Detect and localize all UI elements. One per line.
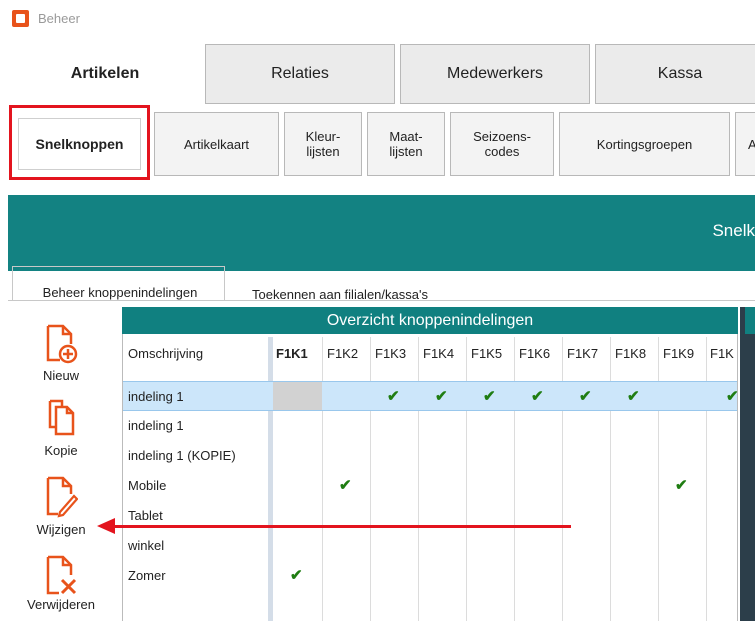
- check-mark-icon: ✔: [483, 388, 496, 405]
- check-mark-icon: ✔: [627, 388, 640, 405]
- check-mark-icon: ✔: [387, 388, 400, 405]
- table-row[interactable]: indeling 1 (KOPIE): [123, 441, 737, 471]
- subtab-kleurlijsten-label: Kleur- lijsten: [305, 129, 341, 159]
- new-button[interactable]: Nieuw: [8, 322, 114, 383]
- tab-kassa[interactable]: Kassa: [595, 44, 755, 104]
- tab-relaties[interactable]: Relaties: [205, 44, 395, 104]
- adjacent-panel-edge: [740, 307, 755, 621]
- copy-button-label: Kopie: [44, 443, 78, 458]
- annotation-arrow-head: [97, 518, 115, 534]
- subtab-more-label: A: [748, 136, 755, 152]
- subtab-maatlijsten[interactable]: Maat- lijsten: [367, 112, 445, 176]
- tab-artikelen[interactable]: Artikelen: [10, 44, 200, 104]
- row-label: winkel: [128, 538, 165, 553]
- row-label: indeling 1: [128, 389, 184, 404]
- column-header-f1k7[interactable]: F1K7: [567, 346, 598, 361]
- subtab-maatlijsten-label: Maat- lijsten: [389, 129, 423, 159]
- table-row[interactable]: winkel: [123, 531, 737, 561]
- row-label: indeling 1: [128, 418, 184, 433]
- copy-icon: [48, 399, 75, 436]
- column-header-f1k2[interactable]: F1K2: [327, 346, 358, 361]
- edit-document-icon: [46, 476, 78, 518]
- column-header-f1k6[interactable]: F1K6: [519, 346, 550, 361]
- row-label: Tablet: [128, 508, 163, 523]
- section-banner: Snelk: [8, 195, 755, 271]
- check-mark-icon: ✔: [435, 388, 448, 405]
- table-row[interactable]: Zomer ✔: [123, 561, 737, 591]
- app-logo-icon: [12, 10, 29, 27]
- annotation-arrow: [112, 525, 571, 528]
- column-header-f1k9[interactable]: F1K9: [663, 346, 694, 361]
- delete-button-label: Verwijderen: [27, 597, 95, 612]
- edit-button-label: Wijzigen: [36, 522, 86, 537]
- column-header-f1k10[interactable]: F1K: [710, 346, 738, 361]
- new-button-label: Nieuw: [42, 368, 80, 383]
- check-mark-icon: ✔: [339, 477, 352, 494]
- tab-medewerkers[interactable]: Medewerkers: [400, 44, 590, 104]
- column-header-f1k8[interactable]: F1K8: [615, 346, 646, 361]
- subtab-seizoenscodes[interactable]: Seizoens- codes: [450, 112, 554, 176]
- copy-button[interactable]: Kopie: [8, 397, 114, 458]
- table-row[interactable]: indeling 1: [123, 411, 737, 441]
- subtab-artikelkaart-label: Artikelkaart: [183, 136, 250, 152]
- subtab-kortingsgroepen[interactable]: Kortingsgroepen: [559, 112, 730, 176]
- row-label: Mobile: [128, 478, 167, 493]
- row-label: indeling 1 (KOPIE): [128, 448, 236, 463]
- subtab-highlight-box: [9, 105, 150, 180]
- grid-title: Overzicht knoppenindelingen: [122, 307, 738, 334]
- column-header-f1k3[interactable]: F1K3: [375, 346, 406, 361]
- tab-toekennen[interactable]: Toekennen aan filialen/kassa's: [226, 287, 454, 302]
- subtab-kortingsgroepen-label: Kortingsgroepen: [596, 136, 693, 152]
- new-document-icon: [46, 324, 78, 364]
- check-mark-icon: ✔: [726, 388, 739, 405]
- row-label: Zomer: [128, 568, 166, 583]
- subtab-seizoenscodes-label: Seizoens- codes: [473, 129, 531, 159]
- table-row[interactable]: Mobile ✔ ✔: [123, 471, 737, 501]
- column-header-f1k5[interactable]: F1K5: [471, 346, 502, 361]
- focused-cell[interactable]: [273, 382, 322, 410]
- title-bar: Beheer: [0, 0, 755, 38]
- delete-document-icon: [46, 555, 77, 595]
- column-header-f1k1[interactable]: F1K1: [276, 346, 308, 361]
- window-title: Beheer: [38, 11, 80, 26]
- check-mark-icon: ✔: [290, 567, 303, 584]
- subtab-artikelkaart[interactable]: Artikelkaart: [154, 112, 279, 176]
- check-mark-icon: ✔: [675, 477, 688, 494]
- column-header-f1k4[interactable]: F1K4: [423, 346, 454, 361]
- subtab-more[interactable]: A: [735, 112, 755, 176]
- tab-beheer-frame: [12, 266, 225, 301]
- check-mark-icon: ✔: [579, 388, 592, 405]
- table-row[interactable]: indeling 1 ✔ ✔ ✔ ✔ ✔ ✔ ✔: [123, 381, 739, 411]
- subtab-kleurlijsten[interactable]: Kleur- lijsten: [284, 112, 362, 176]
- check-mark-icon: ✔: [531, 388, 544, 405]
- banner-title: Snelk: [712, 221, 755, 240]
- column-header-omschrijving[interactable]: Omschrijving: [128, 346, 203, 361]
- delete-button[interactable]: Verwijderen: [8, 553, 114, 612]
